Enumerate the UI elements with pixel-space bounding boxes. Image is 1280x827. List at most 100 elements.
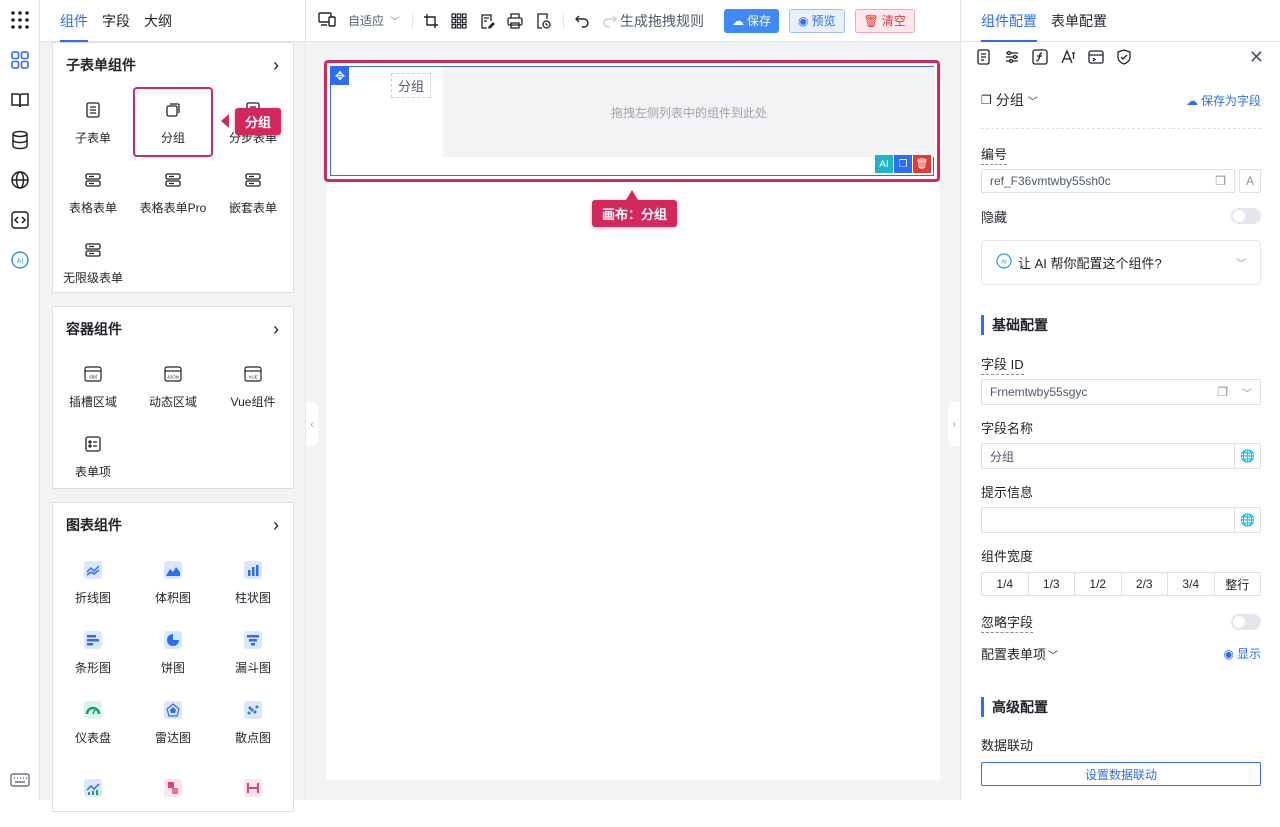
- validation-shield-icon[interactable]: [1115, 48, 1133, 66]
- component-dynamic[interactable]: JSON 动态区域: [133, 351, 213, 421]
- tab-components[interactable]: 组件: [60, 0, 88, 42]
- component-form-item[interactable]: 表单项: [53, 421, 133, 491]
- book-icon[interactable]: [8, 88, 32, 112]
- drag-handle-icon[interactable]: ✥: [331, 67, 349, 85]
- range-chart-icon: [242, 777, 264, 799]
- print-icon[interactable]: [507, 12, 523, 29]
- crop-icon[interactable]: [423, 13, 439, 29]
- component-chart-more-1[interactable]: [53, 757, 133, 827]
- group-icon: ❐: [981, 93, 992, 107]
- copy-icon[interactable]: ❐: [1217, 385, 1228, 399]
- collapse-right-icon[interactable]: ›: [948, 402, 960, 446]
- vue-icon: VUE: [242, 363, 264, 385]
- globe-icon[interactable]: 🌐: [1234, 508, 1260, 532]
- component-table-form[interactable]: 表格表单: [53, 157, 133, 227]
- components-icon[interactable]: [8, 48, 32, 72]
- chart-group-header[interactable]: 图表组件 ›: [53, 503, 293, 547]
- radar-chart-icon: [162, 699, 184, 721]
- sliders-icon[interactable]: [1003, 48, 1021, 66]
- component-radar-chart[interactable]: 雷达图: [133, 687, 213, 757]
- generate-rules-button[interactable]: 生成拖拽规则: [620, 11, 704, 31]
- component-group[interactable]: 分组: [133, 87, 213, 157]
- ignore-toggle[interactable]: [1231, 614, 1261, 630]
- database-icon[interactable]: [8, 128, 32, 152]
- width-option[interactable]: 2/3: [1122, 573, 1168, 595]
- width-option[interactable]: 3/4: [1168, 573, 1215, 595]
- chevron-down-icon: ﹀: [1048, 650, 1059, 662]
- group-icon: [162, 99, 184, 121]
- eye-icon: ◉: [798, 13, 809, 28]
- field-name-input[interactable]: 分组 🌐: [981, 443, 1261, 469]
- props-icon[interactable]: [975, 48, 993, 66]
- container-group-header[interactable]: 容器组件 ›: [53, 307, 293, 351]
- tab-outline[interactable]: 大纲: [144, 0, 172, 42]
- chevron-right-icon: ›: [273, 318, 279, 339]
- code-json-icon[interactable]: [535, 12, 551, 29]
- component-chart-more-2[interactable]: [133, 757, 213, 827]
- preview-button[interactable]: ◉ 预览: [789, 8, 845, 33]
- globe-icon[interactable]: [8, 168, 32, 192]
- text-style-icon[interactable]: [1059, 48, 1077, 66]
- save-as-field-button[interactable]: ☁ 保存为字段: [1186, 92, 1261, 109]
- component-type-selector[interactable]: ❐ 分组 ﹀: [981, 90, 1038, 110]
- group-component[interactable]: ✥ 分组 拖拽左侧列表中的组件到此处 AI ❐ 🗑: [330, 66, 935, 176]
- tip-input[interactable]: 🌐: [981, 507, 1261, 533]
- width-option[interactable]: 1/4: [982, 573, 1029, 595]
- font-a-icon[interactable]: A: [1239, 169, 1261, 193]
- component-slot[interactable]: slot 插槽区域: [53, 351, 133, 421]
- component-bar-h-chart[interactable]: 条形图: [53, 617, 133, 687]
- tab-component-config[interactable]: 组件配置: [981, 0, 1037, 42]
- subform-group-header[interactable]: 子表单组件 ›: [53, 43, 293, 87]
- left-rail: AI: [0, 0, 40, 800]
- form-canvas[interactable]: ✥ 分组 拖拽左侧列表中的组件到此处 AI ❐ 🗑 画布：分组: [324, 58, 940, 780]
- component-area-chart[interactable]: 体积图: [133, 547, 213, 617]
- component-nested-form[interactable]: 嵌套表单: [213, 157, 293, 227]
- copy-action-icon[interactable]: ❐: [894, 155, 912, 173]
- delete-action-icon[interactable]: 🗑: [913, 155, 931, 173]
- close-icon[interactable]: ✕: [1249, 47, 1264, 68]
- grid-icon[interactable]: [451, 12, 467, 29]
- component-gauge-chart[interactable]: 仪表盘: [53, 687, 133, 757]
- field-id-input[interactable]: Frnemtwby55sgyc ❐ ﹀: [981, 379, 1261, 405]
- form-item-toggle[interactable]: 配置表单项 ﹀: [981, 644, 1058, 663]
- code-icon[interactable]: [8, 208, 32, 232]
- component-table-form-pro[interactable]: 表格表单Pro: [133, 157, 213, 227]
- component-bar-chart[interactable]: 柱状图: [213, 547, 293, 617]
- device-selector[interactable]: 自适应 ﹀: [318, 11, 400, 30]
- component-vue[interactable]: VUE Vue组件: [213, 351, 293, 421]
- component-infinite-form[interactable]: 无限级表单: [53, 227, 133, 297]
- function-icon[interactable]: [1031, 48, 1049, 66]
- tab-fields[interactable]: 字段: [102, 0, 130, 42]
- tab-form-config[interactable]: 表单配置: [1051, 0, 1107, 42]
- component-pie-chart[interactable]: 饼图: [133, 617, 213, 687]
- width-option[interactable]: 1/3: [1029, 573, 1075, 595]
- edit-doc-icon[interactable]: [479, 13, 495, 29]
- component-scatter-chart[interactable]: 散点图: [213, 687, 293, 757]
- set-linkage-button[interactable]: 设置数据联动: [981, 762, 1261, 786]
- globe-icon[interactable]: 🌐: [1234, 444, 1260, 468]
- drop-zone[interactable]: 拖拽左侧列表中的组件到此处: [443, 67, 935, 157]
- copy-icon[interactable]: ❐: [1215, 174, 1226, 188]
- component-chart-more-3[interactable]: [213, 757, 293, 827]
- clear-button[interactable]: 🗑 清空: [854, 8, 915, 33]
- collapse-left-icon[interactable]: ‹: [306, 402, 318, 446]
- id-input[interactable]: ref_F36vmtwby55sh0c ❐: [981, 169, 1235, 193]
- event-icon[interactable]: [1087, 48, 1105, 66]
- ai-action-icon[interactable]: AI: [875, 155, 893, 173]
- ai-icon[interactable]: AI: [8, 248, 32, 272]
- ai-assist-panel[interactable]: AI 让 AI 帮你配置这个组件? ﹀: [981, 240, 1261, 285]
- undo-icon[interactable]: [574, 13, 590, 29]
- slot-icon: slot: [82, 363, 104, 385]
- width-option[interactable]: 1/2: [1075, 573, 1122, 595]
- show-button[interactable]: ◉ 显示: [1224, 645, 1262, 662]
- component-line-chart[interactable]: 折线图: [53, 547, 133, 617]
- save-button[interactable]: ☁ 保存: [724, 8, 780, 33]
- apps-grid-icon[interactable]: [8, 8, 32, 32]
- canvas-callout: 画布：分组: [592, 190, 678, 227]
- hidden-toggle[interactable]: [1231, 208, 1261, 224]
- redo-icon[interactable]: [602, 13, 618, 29]
- keyboard-icon[interactable]: [8, 768, 32, 792]
- component-funnel-chart[interactable]: 漏斗图: [213, 617, 293, 687]
- component-subform[interactable]: 子表单: [53, 87, 133, 157]
- width-option[interactable]: 整行: [1215, 573, 1261, 595]
